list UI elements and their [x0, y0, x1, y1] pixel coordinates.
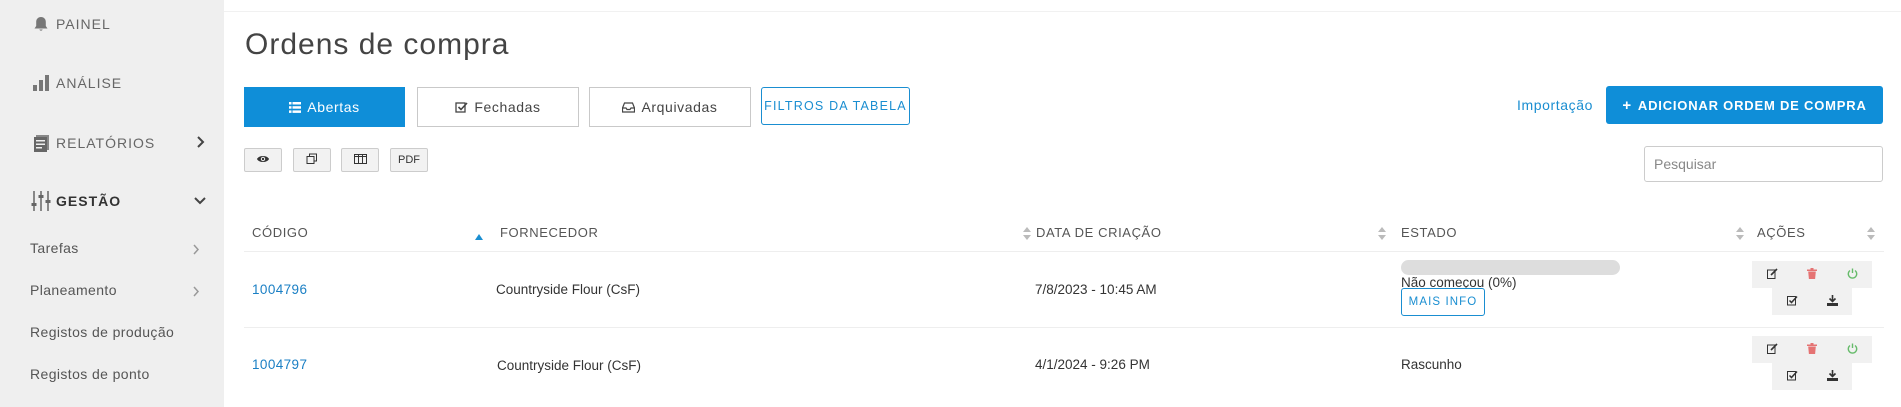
sidebar-subitem-label: Registos de ponto	[30, 366, 150, 382]
main-content: Ordens de compra Abertas Fechadas Arquiv…	[224, 0, 1901, 407]
download-icon	[1826, 293, 1838, 311]
divider	[244, 327, 1884, 328]
chevron-right-icon	[192, 242, 200, 258]
delete-button[interactable]	[1792, 336, 1832, 363]
tab-arquivadas[interactable]: Arquivadas	[589, 87, 751, 127]
tab-label: Arquivadas	[641, 99, 718, 115]
inbox-icon	[622, 101, 636, 113]
copy-icon	[306, 153, 318, 168]
download-button[interactable]	[1812, 363, 1852, 390]
status-text: Rascunho	[1401, 357, 1462, 372]
check-square-icon	[1786, 368, 1798, 386]
edit-button[interactable]	[1752, 336, 1792, 363]
approve-button[interactable]	[1772, 363, 1812, 390]
created-date-cell: 7/8/2023 - 10:45 AM	[1035, 282, 1157, 297]
edit-button[interactable]	[1752, 261, 1792, 288]
chevron-right-icon	[192, 284, 200, 300]
column-header-status[interactable]: ESTADO	[1401, 225, 1457, 240]
import-link[interactable]: Importação	[1517, 97, 1593, 113]
supplier-cell: Countryside Flour (CsF)	[497, 358, 642, 373]
delete-button[interactable]	[1792, 261, 1832, 288]
sidebar-item-gestao[interactable]: GESTÃO	[30, 190, 206, 212]
add-purchase-order-button[interactable]: + ADICIONAR ORDEM DE COMPRA	[1606, 86, 1883, 124]
sidebar-subitem-registos-producao[interactable]: Registos de produção	[30, 324, 200, 340]
plus-icon: +	[1622, 96, 1632, 114]
order-code-link[interactable]: 1004797	[252, 357, 307, 372]
order-code-link[interactable]: 1004796	[252, 282, 307, 297]
download-button[interactable]	[1812, 288, 1852, 315]
power-button[interactable]	[1832, 261, 1872, 288]
sliders-icon	[30, 190, 52, 212]
sidebar-item-label: PAINEL	[56, 16, 111, 32]
divider	[244, 251, 1884, 252]
approve-button[interactable]	[1772, 288, 1812, 315]
eye-icon	[256, 154, 270, 167]
sidebar-item-label: GESTÃO	[56, 193, 122, 209]
check-square-icon	[455, 101, 468, 113]
supplier-cell: Countryside Flour (CsF)	[496, 282, 641, 297]
bar-chart-icon	[30, 72, 52, 94]
more-info-button[interactable]: MAIS INFO	[1401, 288, 1485, 316]
edit-icon	[1766, 266, 1778, 284]
divider	[224, 11, 1901, 12]
bell-icon	[30, 13, 52, 35]
check-square-icon	[1786, 293, 1798, 311]
pdf-export-button[interactable]: PDF	[390, 148, 428, 172]
sidebar-subitem-label: Tarefas	[30, 240, 79, 256]
download-icon	[1826, 368, 1838, 386]
sort-icon[interactable]	[1023, 227, 1031, 245]
copy-button[interactable]	[293, 148, 331, 172]
progress-bar	[1401, 260, 1620, 275]
sidebar-item-relatorios[interactable]: RELATÓRIOS	[30, 132, 206, 154]
created-date-cell: 4/1/2024 - 9:26 PM	[1035, 357, 1150, 372]
visibility-button[interactable]	[244, 148, 282, 172]
sort-icon[interactable]	[1736, 227, 1744, 245]
sidebar-subitem-registos-ponto[interactable]: Registos de ponto	[30, 366, 200, 382]
chevron-right-icon	[196, 135, 206, 151]
sidebar-item-painel[interactable]: PAINEL	[30, 13, 206, 35]
column-header-supplier[interactable]: FORNECEDOR	[500, 225, 598, 240]
power-icon	[1847, 266, 1858, 284]
sidebar-subitem-tarefas[interactable]: Tarefas	[30, 240, 200, 256]
column-header-actions[interactable]: AÇÕES	[1757, 225, 1806, 240]
sort-asc-icon[interactable]	[475, 227, 483, 245]
sidebar-item-analise[interactable]: ANÁLISE	[30, 72, 206, 94]
add-button-label: ADICIONAR ORDEM DE COMPRA	[1637, 97, 1867, 113]
column-header-code[interactable]: CÓDIGO	[252, 225, 308, 240]
tab-fechadas[interactable]: Fechadas	[417, 87, 579, 127]
edit-icon	[1766, 341, 1778, 359]
page-title: Ordens de compra	[245, 28, 510, 61]
list-icon	[289, 101, 302, 113]
tab-abertas[interactable]: Abertas	[244, 87, 405, 127]
reports-icon	[30, 132, 52, 154]
power-icon	[1847, 341, 1858, 359]
trash-icon	[1807, 341, 1817, 359]
search-input[interactable]	[1644, 146, 1883, 182]
trash-icon	[1807, 266, 1817, 284]
sidebar-subitem-planeamento[interactable]: Planeamento	[30, 282, 200, 298]
chevron-down-icon	[194, 193, 206, 209]
sort-icon[interactable]	[1867, 227, 1875, 245]
tab-label: Abertas	[307, 99, 360, 115]
sidebar-item-label: ANÁLISE	[56, 75, 123, 91]
tab-label: Fechadas	[474, 99, 541, 115]
sort-icon[interactable]	[1378, 227, 1386, 245]
columns-icon	[353, 153, 367, 167]
sidebar-item-label: RELATÓRIOS	[56, 135, 156, 151]
app-window: PAINEL ANÁLISE RELATÓRIOS GESTÃO Tarefas…	[0, 0, 1901, 407]
sidebar: PAINEL ANÁLISE RELATÓRIOS GESTÃO Tarefas…	[0, 0, 224, 407]
column-header-created[interactable]: DATA DE CRIAÇÃO	[1036, 225, 1162, 240]
sidebar-subitem-label: Planeamento	[30, 282, 117, 298]
columns-button[interactable]	[341, 148, 379, 172]
power-button[interactable]	[1832, 336, 1872, 363]
sidebar-subitem-label: Registos de produção	[30, 324, 175, 340]
table-filters-button[interactable]: FILTROS DA TABELA	[761, 87, 910, 125]
